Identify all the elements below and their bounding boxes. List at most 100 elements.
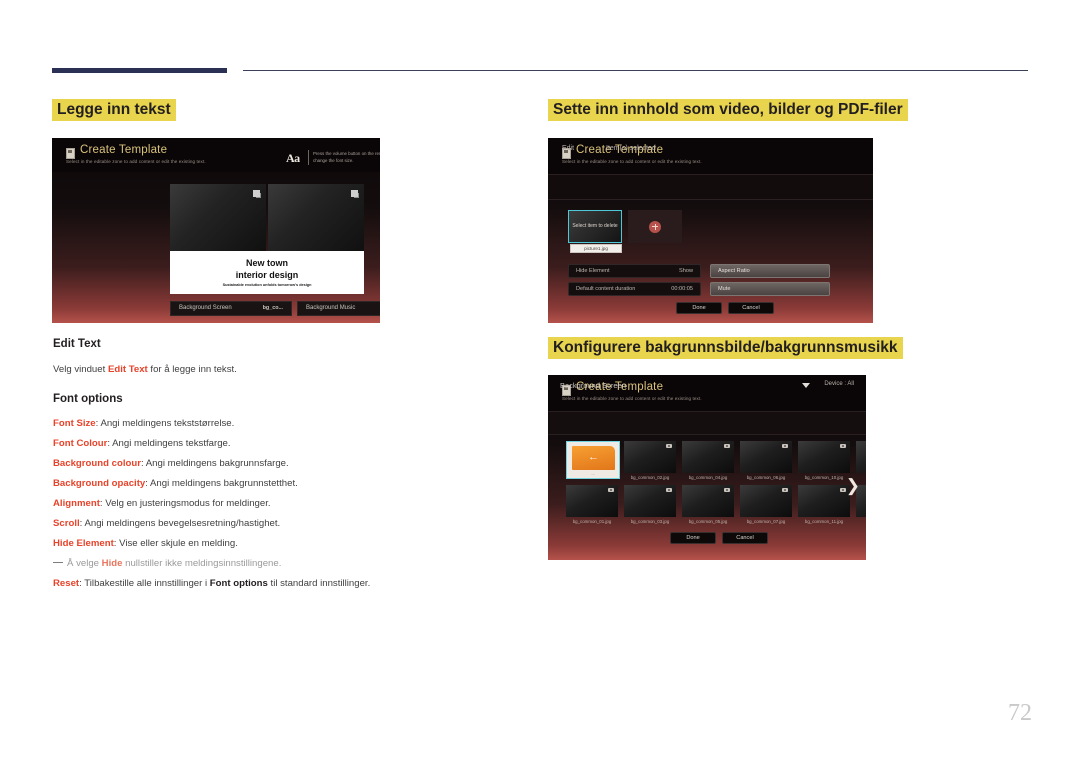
list-item: Scroll: Angi meldingens bevegelsesretnin… bbox=[53, 518, 280, 529]
bullet-term: Alignment bbox=[53, 498, 100, 509]
list-item: Reset: Tilbakestille alle innstillinger … bbox=[53, 578, 370, 589]
template-zone-a[interactable] bbox=[170, 184, 266, 251]
option-default-content-duration[interactable]: Default content duration 00:00:05 bbox=[568, 282, 701, 296]
option-value: 00:00:05 bbox=[671, 286, 693, 292]
gallery-item[interactable]: bg_common_03.jpg bbox=[624, 485, 676, 524]
image-icon bbox=[840, 444, 846, 448]
bullet-term: Reset bbox=[53, 578, 80, 589]
done-button[interactable]: Done bbox=[676, 302, 722, 314]
bullet-desc: : Angi meldingens bakgrunnstetthet. bbox=[145, 478, 298, 489]
gallery-filename: bg_common_02.jpg bbox=[630, 475, 670, 480]
cancel-button[interactable]: Cancel bbox=[722, 532, 768, 544]
bullet-term: Background opacity bbox=[53, 478, 146, 489]
bullet-mid-1: : Tilbakestille alle innstillinger i bbox=[79, 578, 210, 589]
gallery-thumbnail bbox=[740, 485, 792, 517]
gallery-filename: bg_common_03.jpg bbox=[630, 519, 670, 524]
option-value: Show bbox=[679, 268, 693, 274]
media-thumbnail-selected[interactable]: Select item to delete bbox=[568, 210, 622, 243]
device-filter-label[interactable]: Device : All bbox=[824, 381, 854, 387]
paragraph-edit-text: Velg vinduet Edit Text for å legge inn t… bbox=[53, 363, 237, 376]
gallery-filename: bg_common_01.jpg bbox=[572, 519, 612, 524]
paragraph-emphasis: Edit Text bbox=[107, 364, 148, 375]
chevron-right-icon[interactable]: ❯ bbox=[846, 477, 860, 494]
option-aspect-ratio[interactable]: Aspect Ratio bbox=[710, 264, 830, 278]
paragraph-before: Velg vinduet bbox=[53, 364, 108, 375]
option-hide-element[interactable]: Hide Element Show bbox=[568, 264, 701, 278]
template-text-zone[interactable]: New town interior design Sustainable evo… bbox=[170, 251, 364, 294]
background-music-label: Background Music bbox=[306, 305, 356, 311]
background-screen-label: Background Screen bbox=[179, 305, 232, 311]
bullet-desc: : Angi meldingens bevegelsesretning/hast… bbox=[79, 518, 281, 529]
gallery-filename: bg_common_05.jpg bbox=[688, 519, 728, 524]
gallery-filename: bg_common_07.jpg bbox=[746, 519, 786, 524]
note-item: Å velge Hide nullstiller ikke meldingsin… bbox=[53, 558, 281, 569]
dash-icon bbox=[53, 561, 63, 563]
edit-toolbar bbox=[548, 174, 873, 200]
gallery-item[interactable]: bg_common_01.jpg bbox=[566, 485, 618, 524]
gallery-item[interactable]: bg_common... bbox=[856, 441, 866, 480]
gallery-thumbnail bbox=[856, 441, 866, 473]
page-number: 72 bbox=[1008, 700, 1032, 726]
section-heading-insert-content: Sette inn innhold som video, bilder og P… bbox=[548, 99, 908, 121]
gallery-item[interactable]: bg_common_02.jpg bbox=[624, 441, 676, 480]
background-music-bar[interactable]: Background Music bbox=[297, 301, 380, 316]
header-rule-right bbox=[243, 70, 1028, 71]
gallery-item[interactable]: bg_common_11.jpg bbox=[798, 485, 850, 524]
chevron-down-icon[interactable] bbox=[802, 383, 810, 388]
image-icon bbox=[782, 488, 788, 492]
image-icon bbox=[724, 488, 730, 492]
background-screen-value: bg_co... bbox=[262, 305, 283, 311]
text-zone-line-3: Sustainable evolution unfolds tomorrow's… bbox=[222, 283, 312, 287]
background-screen-title: Background Screen bbox=[560, 381, 626, 390]
screenshot-create-template-background: Create Template Select in the editable z… bbox=[548, 375, 866, 560]
cancel-button[interactable]: Cancel bbox=[728, 302, 774, 314]
section-heading-background-config: Konfigurere bakgrunnsbilde/bakgrunnsmusi… bbox=[548, 337, 903, 359]
subheading-edit-text: Edit Text bbox=[53, 338, 101, 350]
zone-content-icon bbox=[351, 190, 358, 197]
gallery-filename: bg_common_11.jpg bbox=[804, 519, 844, 524]
folder-caption: ... bbox=[591, 471, 595, 476]
bullet-mid-2: til standard innstillinger. bbox=[267, 578, 371, 589]
parent-folder-tile[interactable]: ... bbox=[566, 441, 620, 479]
screenshot-create-template-media: Create Template Select in the editable z… bbox=[548, 138, 873, 323]
done-button[interactable]: Done bbox=[670, 532, 716, 544]
image-icon bbox=[724, 444, 730, 448]
list-item: Alignment: Velg en justeringsmodus for m… bbox=[53, 498, 271, 509]
template-zone-b[interactable] bbox=[268, 184, 364, 251]
gallery-item[interactable]: bg_common_04.jpg bbox=[682, 441, 734, 480]
note-emphasis: Hide bbox=[101, 558, 123, 569]
option-mute[interactable]: Mute bbox=[710, 282, 830, 296]
gallery-thumbnail bbox=[798, 485, 850, 517]
media-filename-label: picture1.jpg bbox=[570, 244, 622, 253]
gallery-filename: bg_common_04.jpg bbox=[688, 475, 728, 480]
add-media-tile[interactable] bbox=[628, 210, 682, 243]
tv-ui-subtitle: Select in the editable zone to add conte… bbox=[562, 396, 702, 401]
gallery-item[interactable]: bg_common_05.jpg bbox=[682, 485, 734, 524]
gallery-item[interactable]: bg_common_06.jpg bbox=[740, 441, 792, 480]
bullet-term: Scroll bbox=[53, 518, 80, 529]
edit-label[interactable]: Edit bbox=[562, 145, 574, 152]
background-screen-bar[interactable]: Background Screen bg_co... bbox=[170, 301, 292, 316]
select-item-to-delete-label: Select item to delete bbox=[572, 223, 618, 229]
bullet-desc: : Angi meldingens bakgrunnsfarge. bbox=[140, 458, 289, 469]
text-zone-line-1: New town bbox=[246, 258, 288, 268]
note-after: nullstiller ikke meldingsinnstillingene. bbox=[122, 558, 282, 569]
gallery-thumbnail bbox=[682, 441, 734, 473]
text-zone-line-2: interior design bbox=[235, 270, 299, 280]
note-before: Å velge bbox=[67, 558, 102, 569]
page-title: Legge inn tekst bbox=[52, 99, 176, 121]
option-label: Aspect Ratio bbox=[718, 268, 750, 274]
paragraph-after: for å legge inn tekst. bbox=[147, 364, 237, 375]
gallery-item[interactable]: bg_common_10.jpg bbox=[798, 441, 850, 480]
bullet-desc: : Angi meldingens tekstfarge. bbox=[107, 438, 231, 449]
bullet-term: Font Size bbox=[53, 418, 96, 429]
template-icon bbox=[66, 148, 75, 159]
option-label: Default content duration bbox=[576, 286, 636, 292]
gallery-item[interactable]: bg_common_07.jpg bbox=[740, 485, 792, 524]
gallery-thumbnail bbox=[798, 441, 850, 473]
image-icon bbox=[666, 488, 672, 492]
list-item: Background colour: Angi meldingens bakgr… bbox=[53, 458, 289, 469]
list-item: Hide Element: Vise eller skjule en meldi… bbox=[53, 538, 238, 549]
bullet-desc: : Angi meldingens tekststørrelse. bbox=[95, 418, 235, 429]
tv-ui-subtitle: Select in the editable zone to add conte… bbox=[66, 159, 206, 164]
